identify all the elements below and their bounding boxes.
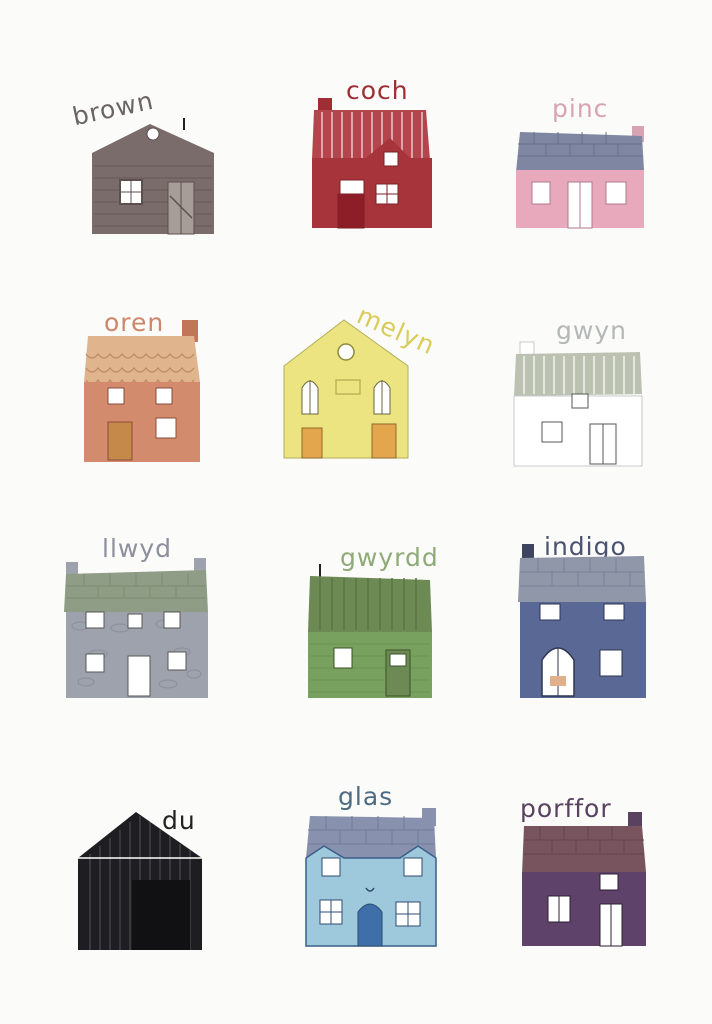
house-pinc	[516, 126, 644, 229]
house-indigo	[518, 544, 646, 698]
house-coch	[312, 98, 432, 229]
house-gwyrdd	[308, 564, 432, 698]
house-oren	[84, 320, 200, 462]
label-pinc: pinc	[552, 94, 609, 123]
label-gwyn: gwyn	[556, 316, 627, 345]
welsh-colour-houses-poster: brown coch pinc oren melyn gwyn llwyd gw…	[0, 0, 712, 1024]
house-porffor	[522, 812, 646, 947]
house-melyn	[283, 319, 409, 459]
house-gwyn	[513, 341, 643, 467]
house-glas	[305, 808, 437, 947]
label-glas: glas	[338, 782, 394, 811]
house-brown	[92, 118, 214, 235]
house-du	[78, 812, 202, 950]
house-llwyd	[64, 558, 208, 698]
